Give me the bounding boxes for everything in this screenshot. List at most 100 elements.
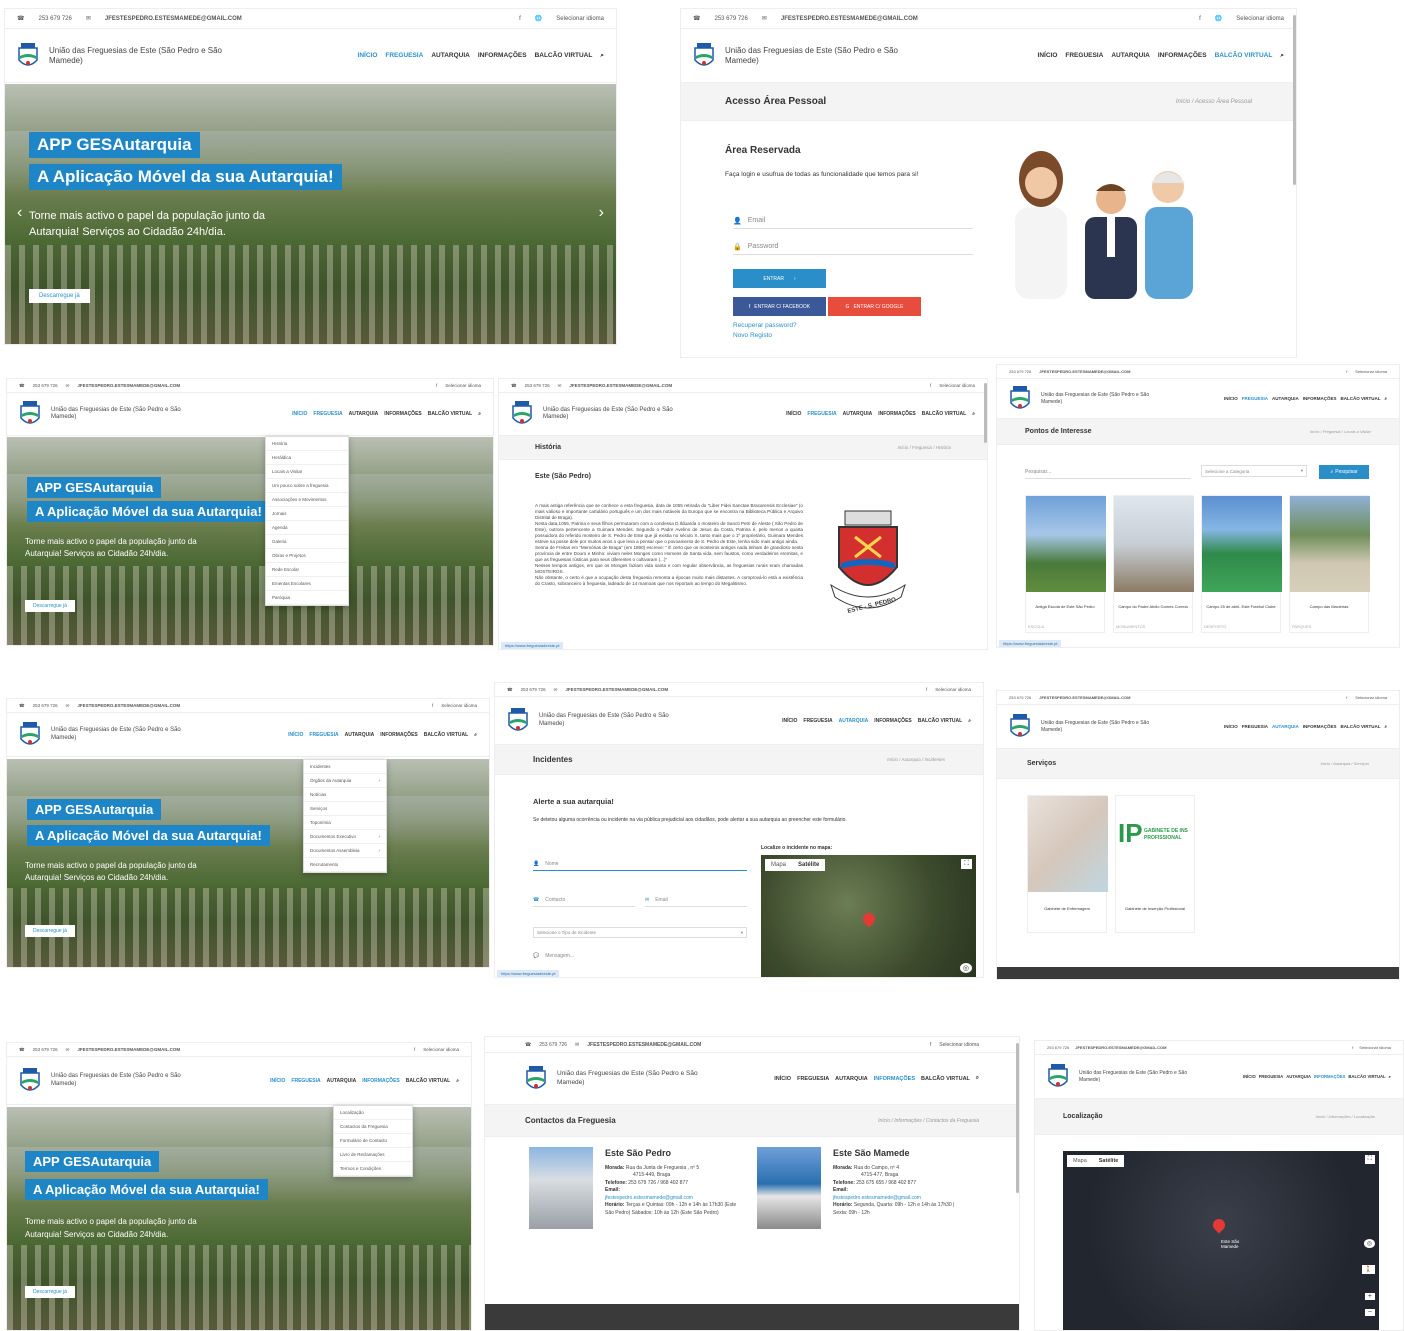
nav-freguesia[interactable]: FREGUESIA bbox=[1259, 1074, 1283, 1079]
search-icon[interactable]: ⌕ bbox=[1280, 52, 1284, 60]
language-select[interactable]: Selecionar idioma bbox=[1359, 1045, 1391, 1050]
menu-item-contactos[interactable]: Contactos da Freguesia bbox=[334, 1120, 412, 1134]
search-button[interactable]: ⌕ Pesquisar bbox=[1319, 465, 1369, 479]
map-pin-icon[interactable] bbox=[1210, 1216, 1228, 1234]
search-icon[interactable]: ⌕ bbox=[456, 1078, 459, 1084]
nav-inicio[interactable]: INÍCIO bbox=[288, 732, 303, 738]
menu-item-historia[interactable]: História bbox=[266, 437, 348, 451]
search-input[interactable]: Pesquisar... bbox=[1025, 465, 1191, 479]
search-icon[interactable]: ⌕ bbox=[474, 732, 477, 738]
menu-item-reclamacoes[interactable]: Livro de Reclamações bbox=[334, 1148, 412, 1162]
search-icon[interactable]: ⌕ bbox=[1384, 724, 1387, 729]
menu-item-associacoes[interactable]: Associações e Movimentos bbox=[266, 493, 348, 507]
poi-card[interactable]: Campo das Macieiras PARQUES bbox=[1289, 495, 1370, 633]
download-button[interactable]: Descarregue já bbox=[29, 289, 90, 303]
email-link[interactable]: JFESTESPEDRO.ESTESMAMEDE@GMAIL.COM bbox=[105, 16, 242, 22]
nav-autarquia[interactable]: AUTARQUIA bbox=[1272, 396, 1299, 401]
next-arrow-icon[interactable]: › bbox=[599, 204, 604, 222]
crest-logo[interactable] bbox=[511, 400, 533, 428]
email-link[interactable]: JFESTESPEDRO.ESTESMAMEDE@GMAIL.COM bbox=[781, 16, 918, 22]
language-select[interactable]: Selecionar idioma bbox=[1236, 16, 1284, 22]
menu-item-termos[interactable]: Termos e Condições bbox=[334, 1162, 412, 1176]
nav-inicio[interactable]: INÍCIO bbox=[292, 411, 307, 417]
location-icon[interactable]: ◎ bbox=[959, 963, 972, 973]
search-icon[interactable]: ⌕ bbox=[976, 1075, 979, 1082]
nav-informacoes[interactable]: INFORMAÇÕES bbox=[874, 718, 912, 724]
nav-autarquia[interactable]: AUTARQUIA bbox=[1272, 724, 1299, 729]
incident-map[interactable]: Mapa Satélite ⛶ ◎ bbox=[761, 855, 976, 977]
email-input[interactable]: ✉ Email bbox=[645, 893, 747, 907]
nav-freguesia[interactable]: FREGUESIA bbox=[1065, 52, 1103, 59]
search-icon[interactable]: ⌕ bbox=[478, 411, 481, 417]
facebook-icon[interactable]: f bbox=[930, 1042, 931, 1048]
zoom-in-icon[interactable]: + bbox=[1364, 1293, 1375, 1300]
scrollbar[interactable] bbox=[1293, 15, 1296, 185]
nav-balcao-virtual[interactable]: BALCÃO VIRTUAL bbox=[1340, 724, 1380, 729]
download-button[interactable]: Descarregue já bbox=[25, 600, 75, 612]
recover-password-link[interactable]: Recuperar password? bbox=[733, 322, 797, 329]
category-select[interactable]: Selecione a Categoria ▾ bbox=[1201, 465, 1307, 477]
brand-name[interactable]: União das Freguesias de Este (São Pedro … bbox=[51, 727, 201, 742]
satellite-tab[interactable]: Satélite bbox=[1093, 1155, 1125, 1167]
menu-item-formulario[interactable]: Formulário de Contacto bbox=[334, 1134, 412, 1148]
enter-button[interactable]: ENTRAR › bbox=[733, 269, 826, 288]
brand-name[interactable]: União das Freguesias de Este (São Pedro … bbox=[1041, 720, 1161, 733]
brand-name[interactable]: União das Freguesias de Este (São Pedro … bbox=[1079, 1070, 1189, 1083]
search-icon[interactable]: ⌕ bbox=[968, 718, 971, 724]
map-tab[interactable]: Mapa bbox=[765, 859, 792, 871]
language-select[interactable]: Selecionar idioma bbox=[935, 687, 971, 692]
crest-logo[interactable] bbox=[1009, 713, 1031, 741]
language-select[interactable]: Selecionar idioma bbox=[556, 16, 604, 22]
poi-card[interactable]: Campo 25 de abril- Este Futebol Clube DE… bbox=[1201, 495, 1282, 633]
download-button[interactable]: Descarregue já bbox=[25, 1286, 75, 1298]
brand-name[interactable]: União das Freguesias de Este (São Pedro … bbox=[51, 407, 201, 422]
crest-logo[interactable] bbox=[19, 1067, 41, 1095]
nav-autarquia[interactable]: AUTARQUIA bbox=[843, 411, 873, 417]
nav-autarquia[interactable]: AUTARQUIA bbox=[345, 732, 375, 738]
nav-balcao-virtual[interactable]: BALCÃO VIRTUAL bbox=[1340, 396, 1380, 401]
location-icon[interactable]: ◎ bbox=[1363, 1239, 1375, 1248]
email-link[interactable]: JFESTESPEDRO.ESTESMAMEDE@GMAIL.COM bbox=[1075, 1045, 1166, 1050]
nav-informacoes[interactable]: INFORMAÇÕES bbox=[874, 1076, 915, 1082]
nav-inicio[interactable]: INÍCIO bbox=[774, 1076, 791, 1082]
menu-item-paroquia[interactable]: Paróquia bbox=[266, 591, 348, 605]
facebook-icon[interactable]: f bbox=[1352, 1045, 1353, 1050]
menu-item-servicos[interactable]: Serviços bbox=[304, 802, 386, 816]
crest-logo[interactable] bbox=[19, 721, 41, 749]
facebook-icon[interactable]: f bbox=[1346, 369, 1347, 374]
map-tab[interactable]: Mapa bbox=[1067, 1155, 1093, 1167]
nav-balcao-virtual[interactable]: BALCÃO VIRTUAL bbox=[424, 732, 468, 738]
fullscreen-icon[interactable]: ⛶ bbox=[961, 859, 972, 869]
zoom-out-icon[interactable]: − bbox=[1364, 1309, 1375, 1316]
menu-item-jornais[interactable]: Jornais bbox=[266, 507, 348, 521]
incident-type-select[interactable]: Selecione o Tipo de Incidente ▾ bbox=[533, 927, 747, 938]
brand-name[interactable]: União das Freguesias de Este (São Pedro … bbox=[725, 46, 915, 66]
email-link[interactable]: JFESTESPEDRO.ESTESMAMEDE@GMAIL.COM bbox=[77, 383, 180, 388]
search-icon[interactable]: ⌕ bbox=[972, 411, 975, 417]
menu-item-rede-escolar[interactable]: Rede Escolar bbox=[266, 563, 348, 577]
nav-balcao-virtual[interactable]: BALCÃO VIRTUAL bbox=[535, 52, 593, 59]
nav-informacoes[interactable]: INFORMAÇÕES bbox=[362, 1078, 400, 1084]
email-link[interactable]: JFESTESPEDRO.ESTESMAMEDE@GMAIL.COM bbox=[565, 687, 668, 692]
menu-item-orgaos[interactable]: Órgãos da Autarquia › bbox=[304, 774, 386, 788]
email-input[interactable]: 👤 Email bbox=[733, 213, 973, 229]
contact-input[interactable]: ☎ Contacto bbox=[533, 893, 635, 907]
nav-balcao-virtual[interactable]: BALCÃO VIRTUAL bbox=[922, 411, 966, 417]
facebook-icon[interactable]: f bbox=[414, 1047, 415, 1052]
scrollbar[interactable] bbox=[1016, 1043, 1019, 1193]
crest-logo[interactable] bbox=[1009, 385, 1031, 413]
nav-autarquia[interactable]: AUTARQUIA bbox=[1111, 52, 1150, 59]
password-input[interactable]: 🔒 Password bbox=[733, 239, 973, 255]
download-button[interactable]: Descarregue já bbox=[25, 925, 75, 937]
register-link[interactable]: Novo Registo bbox=[733, 332, 772, 339]
menu-item-doc-assembleia[interactable]: Documentos Assembleia › bbox=[304, 844, 386, 858]
menu-item-recrutamento[interactable]: Recrutamento bbox=[304, 858, 386, 872]
facebook-icon[interactable]: f bbox=[1346, 695, 1347, 700]
email-link[interactable]: JFESTESPEDRO.ESTESMAMEDE@GMAIL.COM bbox=[587, 1042, 701, 1048]
nav-informacoes[interactable]: INFORMAÇÕES bbox=[1314, 1074, 1345, 1079]
crest-logo[interactable] bbox=[17, 42, 39, 70]
menu-item-sobre[interactable]: Um pouco sobre a freguesia bbox=[266, 479, 348, 493]
nav-inicio[interactable]: INÍCIO bbox=[1243, 1074, 1256, 1079]
facebook-icon[interactable]: f bbox=[930, 383, 931, 388]
crest-logo[interactable] bbox=[507, 707, 529, 735]
